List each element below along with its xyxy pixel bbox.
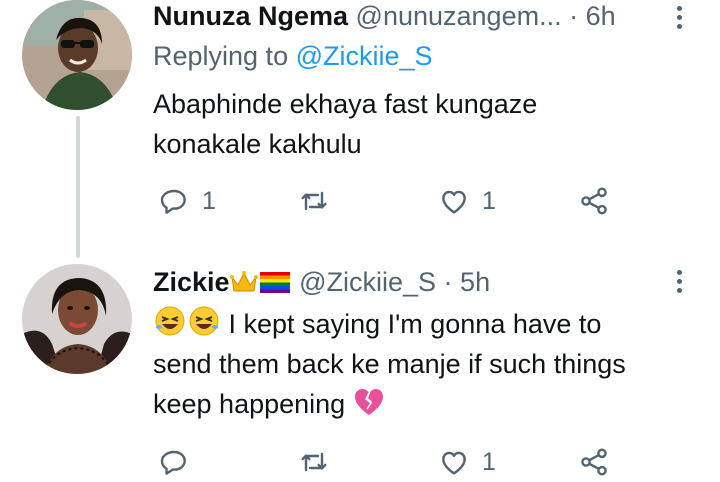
reply-icon (160, 189, 186, 214)
like-count: 1 (482, 186, 496, 215)
replying-to: Replying to @Zickiie_S (153, 41, 433, 72)
tweet-text-line: send them back ke manje if such things (153, 349, 626, 379)
share-button[interactable] (578, 442, 610, 482)
share-icon (581, 187, 607, 215)
laughing-emoji-icon (189, 306, 219, 336)
like-icon (442, 190, 466, 214)
tweet-header: Nunuza Ngema @nunuzangem... · 6h (153, 0, 616, 32)
tweet-1[interactable]: Nunuza Ngema @nunuzangem... · 6h Replyin… (0, 0, 720, 258)
share-button[interactable] (578, 181, 610, 221)
tweet-text-line: keep happening (153, 384, 708, 424)
handle[interactable]: @nunuzangem... (356, 1, 562, 31)
tweet-actions: 1 (150, 442, 620, 482)
tweet-text-line: Abaphinde ekhaya fast kungaze (153, 89, 538, 119)
tweet-header: Zickie @Zickiie_S · 5h (153, 266, 490, 298)
tweet-text-line: I kept saying I'm gonna have to (153, 304, 708, 344)
avatar-nunuza[interactable] (22, 0, 132, 110)
tweet-text-line: konakale kakhulu (153, 129, 362, 159)
tweet-actions: 1 1 (150, 181, 620, 221)
more-icon[interactable] (676, 6, 684, 33)
avatar-zickie[interactable] (22, 264, 132, 374)
handle[interactable]: @Zickiie_S (299, 267, 436, 297)
name-emojis (229, 267, 292, 297)
separator-dot: · (569, 1, 579, 31)
replying-prefix: Replying to (153, 41, 289, 71)
tweet-2[interactable]: Zickie @Zickiie_S · 5h I kept saying I'm… (0, 258, 720, 476)
reply-count: 1 (202, 186, 216, 215)
replying-mention[interactable]: @Zickiie_S (296, 41, 433, 71)
tweet-text: I kept saying I'm gonna have to send the… (153, 304, 708, 424)
retweet-icon (301, 191, 327, 211)
thread-line (76, 116, 80, 258)
display-name[interactable]: Zickie (153, 267, 230, 297)
timestamp[interactable]: 5h (460, 267, 490, 297)
tweet-text: Abaphinde ekhaya fast kungaze konakale k… (153, 84, 708, 164)
retweet-icon (301, 452, 327, 472)
like-button[interactable]: 1 (438, 181, 496, 221)
broken-heart-emoji-icon (354, 389, 383, 415)
tweet-text-span: I kept saying I'm gonna have to (228, 309, 602, 339)
timestamp[interactable]: 6h (586, 1, 616, 31)
reply-icon (160, 450, 186, 475)
more-icon[interactable] (676, 270, 684, 297)
like-icon (442, 451, 466, 475)
retweet-button[interactable] (298, 442, 342, 482)
rainbow-flag-emoji-icon (259, 272, 290, 293)
like-button[interactable]: 1 (438, 442, 496, 482)
share-icon (581, 448, 607, 476)
crown-emoji-icon (229, 271, 258, 292)
tweet-text-span: keep happening (153, 389, 346, 419)
like-count: 1 (482, 447, 496, 476)
reply-button[interactable] (158, 442, 202, 482)
reply-button[interactable]: 1 (158, 181, 216, 221)
separator-dot: · (443, 267, 453, 297)
retweet-button[interactable] (298, 181, 342, 221)
display-name[interactable]: Nunuza Ngema (153, 1, 348, 31)
laughing-emoji-icon (155, 306, 185, 336)
